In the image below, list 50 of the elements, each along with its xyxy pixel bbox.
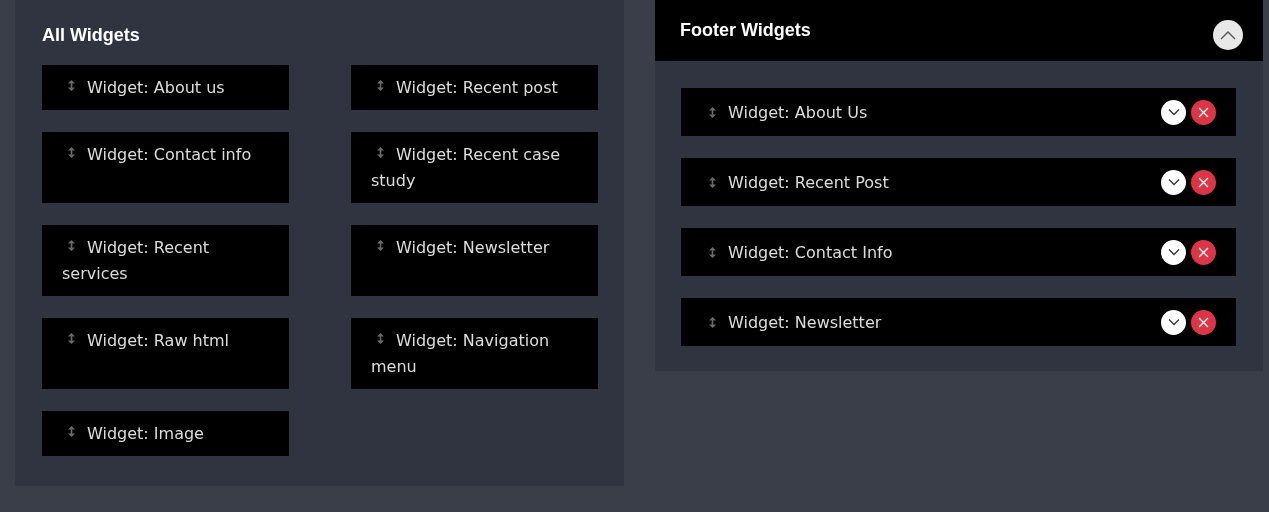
drag-handle-icon[interactable] xyxy=(709,176,716,188)
widget-label: Widget: Contact Info xyxy=(728,242,894,262)
remove-button[interactable] xyxy=(1191,169,1216,195)
expand-button[interactable] xyxy=(1161,309,1186,335)
remove-button[interactable] xyxy=(1191,99,1216,125)
drag-handle-icon[interactable] xyxy=(377,80,384,91)
footer-widget-row[interactable]: Widget: Newsletter xyxy=(681,298,1236,346)
chevron-down-icon xyxy=(1167,248,1180,256)
chevron-down-icon xyxy=(1167,318,1180,326)
widget-card[interactable]: Widget: Navigation menu xyxy=(351,318,598,389)
widget-card[interactable]: Widget: Recent case study xyxy=(351,132,598,203)
close-icon xyxy=(1198,246,1209,258)
remove-button[interactable] xyxy=(1191,239,1216,265)
drag-handle-icon[interactable] xyxy=(377,333,384,344)
widget-card[interactable]: Widget: Newsletter xyxy=(351,225,598,296)
close-icon xyxy=(1198,316,1209,328)
widget-card[interactable]: Widget: Raw html xyxy=(42,318,289,389)
drag-handle-icon[interactable] xyxy=(68,426,75,437)
footer-widget-row[interactable]: Widget: Contact Info xyxy=(681,228,1236,276)
widget-card[interactable]: Widget: About us xyxy=(42,65,289,110)
widget-card[interactable]: Widget: Recent services xyxy=(42,225,289,296)
drag-handle-icon[interactable] xyxy=(68,147,75,158)
drag-handle-icon[interactable] xyxy=(68,333,75,344)
widget-label: Widget: About Us xyxy=(728,102,869,122)
widget-label: Widget: Newsletter xyxy=(728,312,883,332)
chevron-icon xyxy=(1220,29,1236,40)
widget-card[interactable]: Widget: Recent post xyxy=(351,65,598,110)
expand-button[interactable] xyxy=(1161,239,1186,265)
drag-handle-icon[interactable] xyxy=(68,80,75,91)
widget-card[interactable]: Widget: Image xyxy=(42,411,289,456)
panel-title: All Widgets xyxy=(42,24,141,47)
expand-button[interactable] xyxy=(1161,169,1186,195)
chevron-down-icon xyxy=(1167,178,1180,186)
close-icon xyxy=(1198,176,1209,188)
drag-handle-icon[interactable] xyxy=(709,246,716,258)
drag-handle-icon[interactable] xyxy=(68,240,75,251)
widget-card[interactable]: Widget: Contact info xyxy=(42,132,289,203)
expand-button[interactable] xyxy=(1161,99,1186,125)
close-icon xyxy=(1198,106,1209,118)
remove-button[interactable] xyxy=(1191,309,1216,335)
widget-label: Widget: Recent Post xyxy=(728,172,890,192)
footer-widget-row[interactable]: Widget: Recent Post xyxy=(681,158,1236,206)
footer-widget-row[interactable]: Widget: About Us xyxy=(681,88,1236,136)
collapse-button[interactable] xyxy=(1213,19,1243,50)
drag-handle-icon[interactable] xyxy=(709,106,716,118)
drag-handle-icon[interactable] xyxy=(377,147,384,158)
panel-title: Footer Widgets xyxy=(680,20,811,41)
drag-handle-icon[interactable] xyxy=(377,240,384,251)
drag-handle-icon[interactable] xyxy=(709,316,716,328)
chevron-down-icon xyxy=(1167,108,1180,116)
